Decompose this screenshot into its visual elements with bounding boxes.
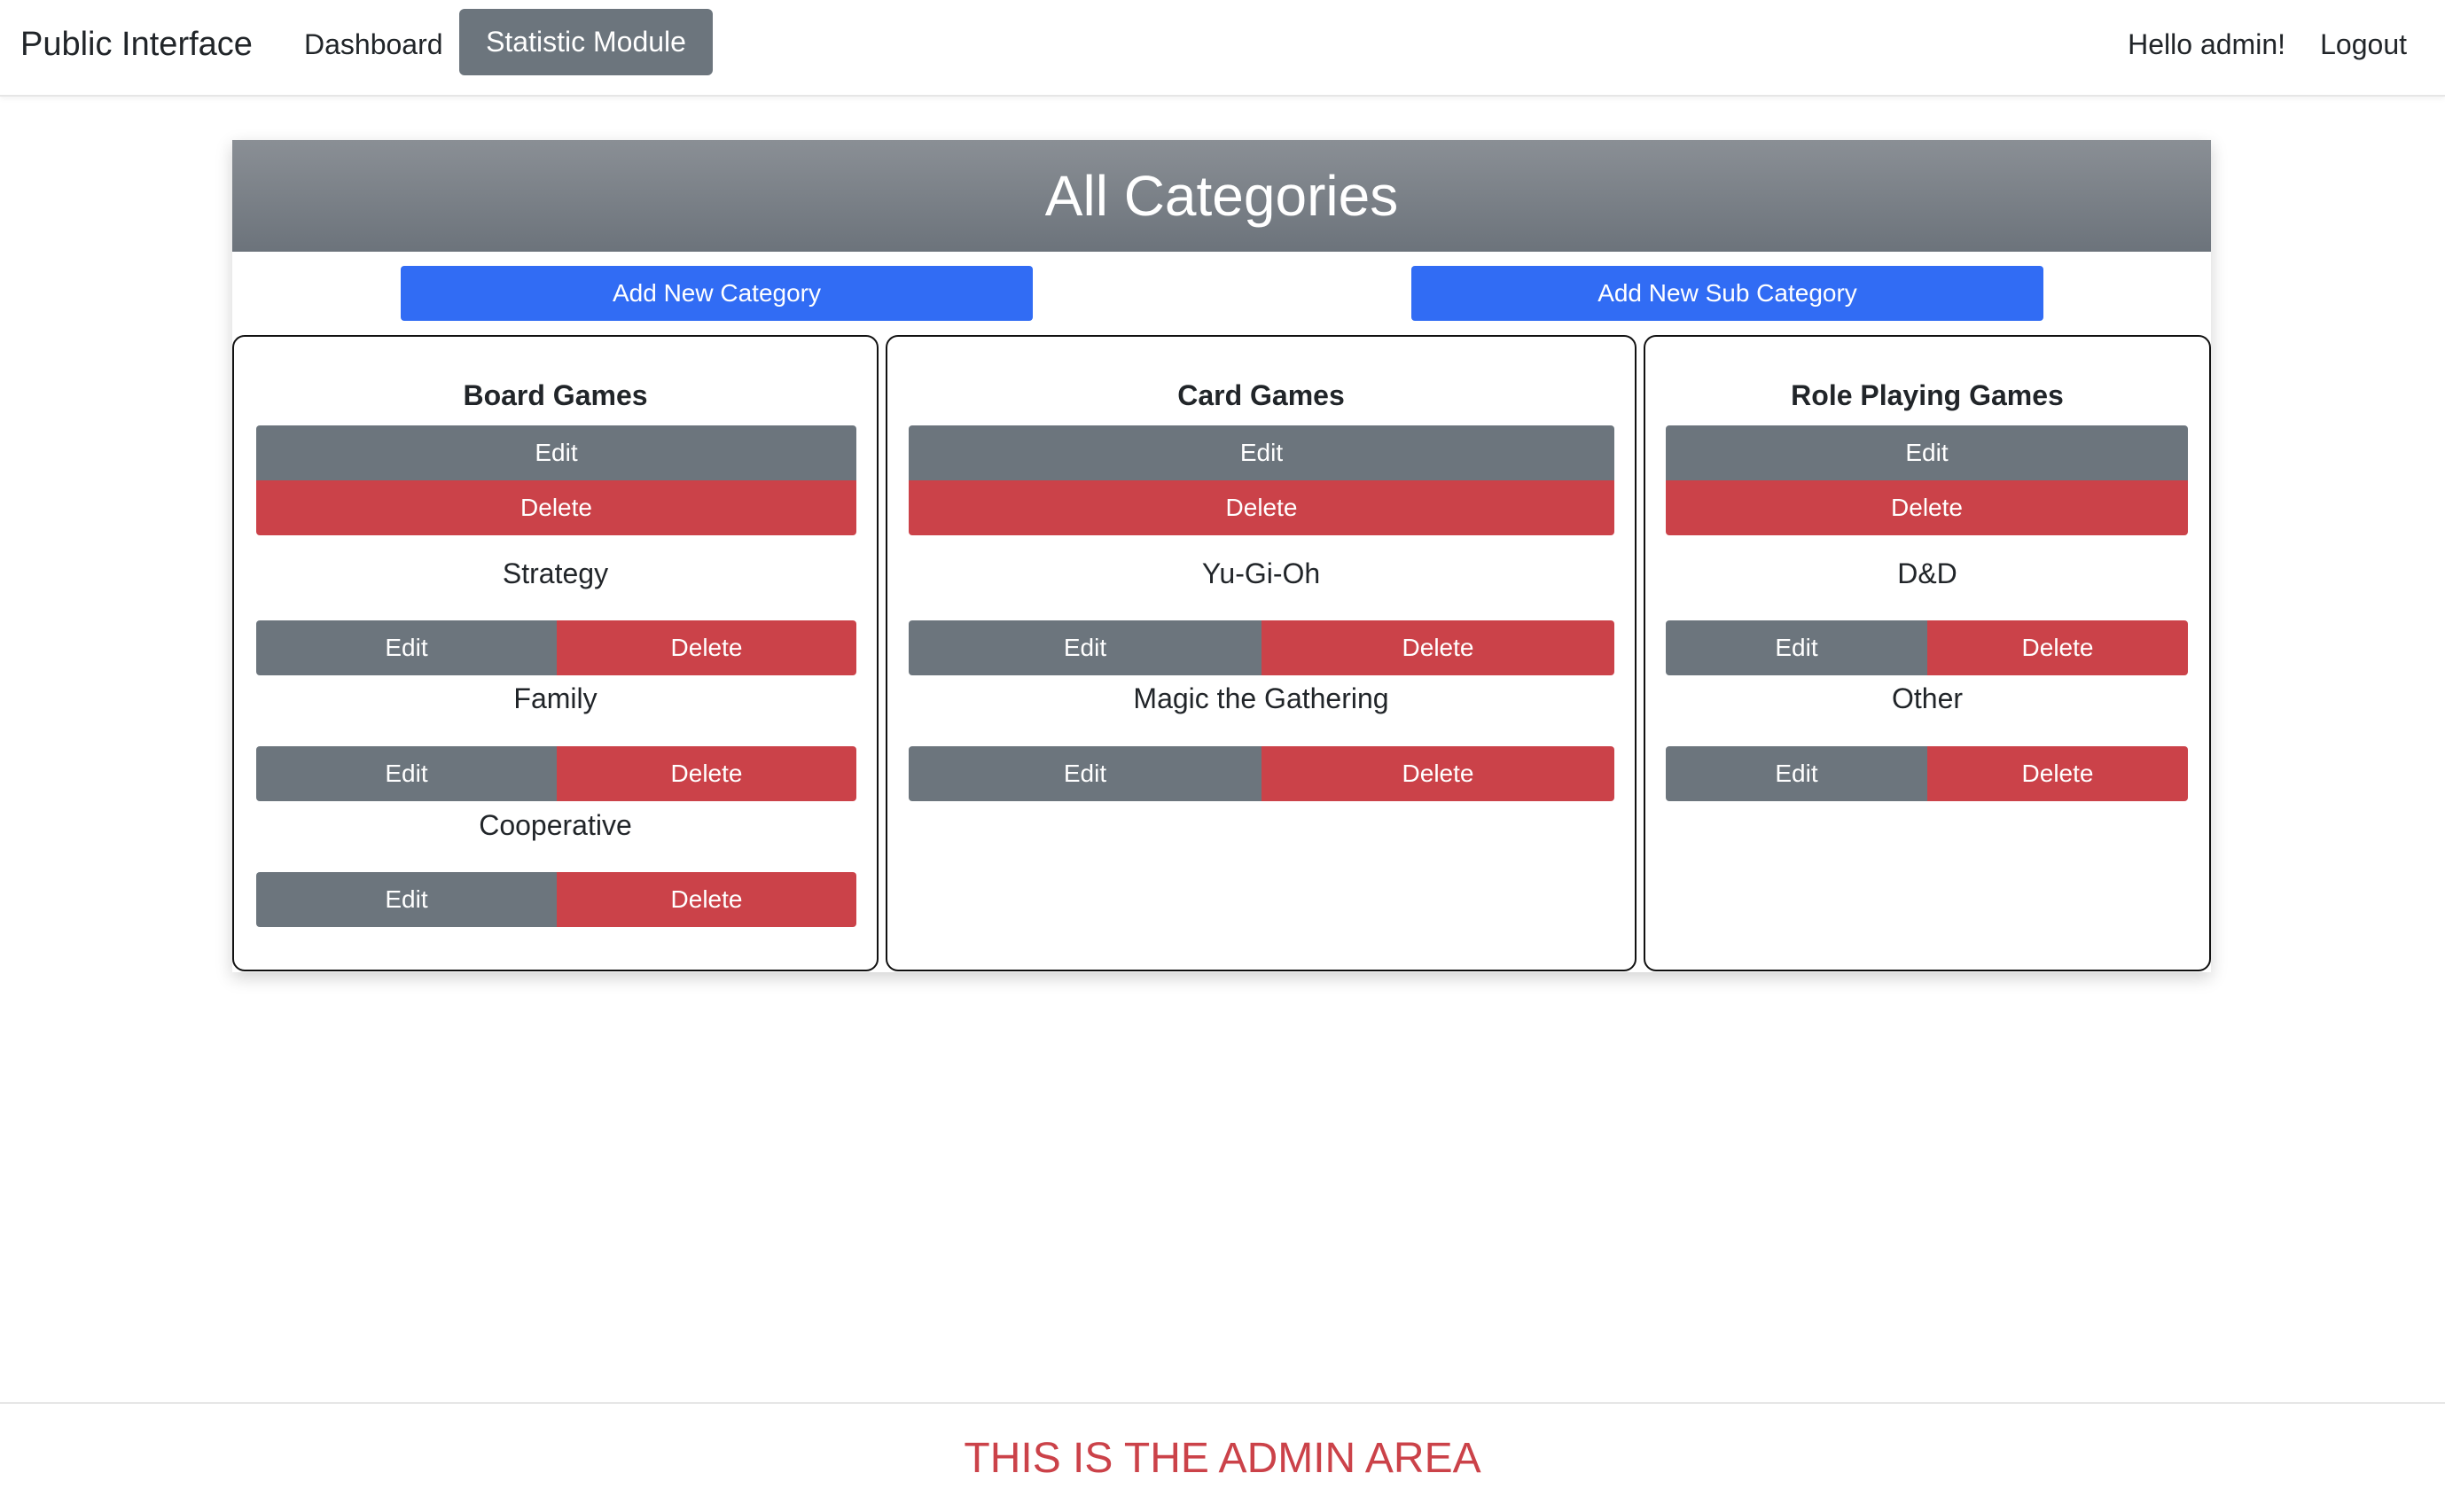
subcategory-name: Magic the Gathering: [1133, 682, 1389, 714]
nav-statistic-module[interactable]: Statistic Module: [459, 9, 713, 75]
category-title: Role Playing Games: [1791, 379, 2064, 411]
navbar: Public Interface Dashboard Statistic Mod…: [0, 0, 2445, 97]
brand-link[interactable]: Public Interface: [20, 19, 253, 69]
edit-category-button[interactable]: Edit: [909, 425, 1614, 480]
nav-dashboard[interactable]: Dashboard: [304, 23, 443, 66]
delete-subcategory-button[interactable]: Delete: [557, 620, 856, 675]
category-role-playing-games: Role Playing Games Edit Delete D&D Edit …: [1644, 335, 2211, 971]
admin-area-footer: THIS IS THE ADMIN AREA: [0, 1402, 2445, 1512]
edit-subcategory-button[interactable]: Edit: [909, 620, 1262, 675]
category-title: Card Games: [1177, 379, 1345, 411]
page-title: All Categories: [232, 140, 2211, 252]
page: Public Interface Dashboard Statistic Mod…: [0, 0, 2445, 1512]
edit-subcategory-button[interactable]: Edit: [1666, 746, 1927, 801]
categories-card: All Categories Add New Category Add New …: [232, 140, 2211, 972]
delete-subcategory-button[interactable]: Delete: [1927, 746, 2188, 801]
edit-subcategory-button[interactable]: Edit: [256, 746, 557, 801]
user-greeting: Hello admin!: [2128, 28, 2285, 60]
delete-subcategory-button[interactable]: Delete: [557, 872, 856, 927]
edit-category-button[interactable]: Edit: [1666, 425, 2188, 480]
delete-subcategory-button[interactable]: Delete: [557, 746, 856, 801]
delete-subcategory-button[interactable]: Delete: [1262, 620, 1614, 675]
delete-category-button[interactable]: Delete: [256, 480, 856, 535]
add-sub-category-button[interactable]: Add New Sub Category: [1411, 266, 2043, 321]
edit-subcategory-button[interactable]: Edit: [256, 872, 557, 927]
delete-category-button[interactable]: Delete: [909, 480, 1614, 535]
delete-category-button[interactable]: Delete: [1666, 480, 2188, 535]
subcategory-name: Other: [1891, 682, 1964, 714]
edit-subcategory-button[interactable]: Edit: [909, 746, 1262, 801]
edit-subcategory-button[interactable]: Edit: [1666, 620, 1927, 675]
logout-link[interactable]: Logout: [2320, 23, 2407, 66]
footer-text: THIS IS THE ADMIN AREA: [964, 1434, 1481, 1482]
category-title: Board Games: [463, 379, 648, 411]
category-board-games: Board Games Edit Delete Strategy Edit De…: [232, 335, 879, 971]
edit-category-button[interactable]: Edit: [256, 425, 856, 480]
delete-subcategory-button[interactable]: Delete: [1927, 620, 2188, 675]
category-card-games: Card Games Edit Delete Yu-Gi-Oh Edit Del…: [886, 335, 1637, 971]
edit-subcategory-button[interactable]: Edit: [256, 620, 557, 675]
delete-subcategory-button[interactable]: Delete: [1262, 746, 1614, 801]
add-category-button[interactable]: Add New Category: [401, 266, 1033, 321]
subcategory-name: D&D: [1897, 557, 1957, 589]
subcategory-name: Family: [513, 682, 598, 714]
subcategory-name: Yu-Gi-Oh: [1201, 557, 1321, 589]
subcategory-name: Cooperative: [479, 809, 632, 841]
subcategory-name: Strategy: [502, 557, 609, 589]
